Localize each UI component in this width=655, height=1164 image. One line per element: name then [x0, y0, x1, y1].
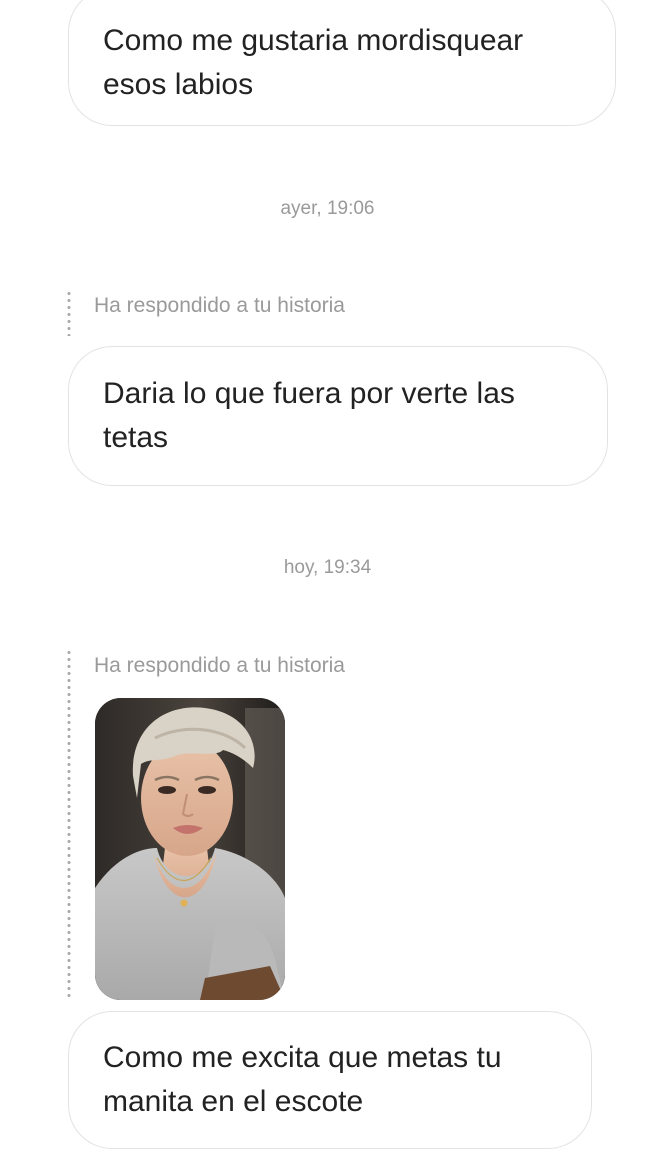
- message-text: Como me excita que metas tu manita en el…: [103, 1041, 502, 1118]
- message-text: Como me gustaria mordisquear esos labios: [103, 24, 524, 101]
- reply-rail: [67, 649, 71, 1001]
- reply-rail: [67, 290, 71, 336]
- message-bubble[interactable]: Como me excita que metas tu manita en el…: [68, 1011, 592, 1149]
- message-text: Daria lo que fuera por verte las tetas: [103, 377, 515, 454]
- message-bubble[interactable]: Como me gustaria mordisquear esos labios: [68, 0, 616, 126]
- message-bubble[interactable]: Daria lo que fuera por verte las tetas: [68, 346, 608, 486]
- story-reply-label: Ha respondido a tu historia: [94, 654, 345, 677]
- timestamp: ayer, 19:06: [280, 198, 375, 219]
- timestamp: hoy, 19:34: [283, 557, 372, 578]
- story-reply-label: Ha respondido a tu historia: [94, 294, 345, 317]
- story-photo-portrait: [95, 698, 285, 1000]
- story-thumbnail[interactable]: [95, 698, 285, 1000]
